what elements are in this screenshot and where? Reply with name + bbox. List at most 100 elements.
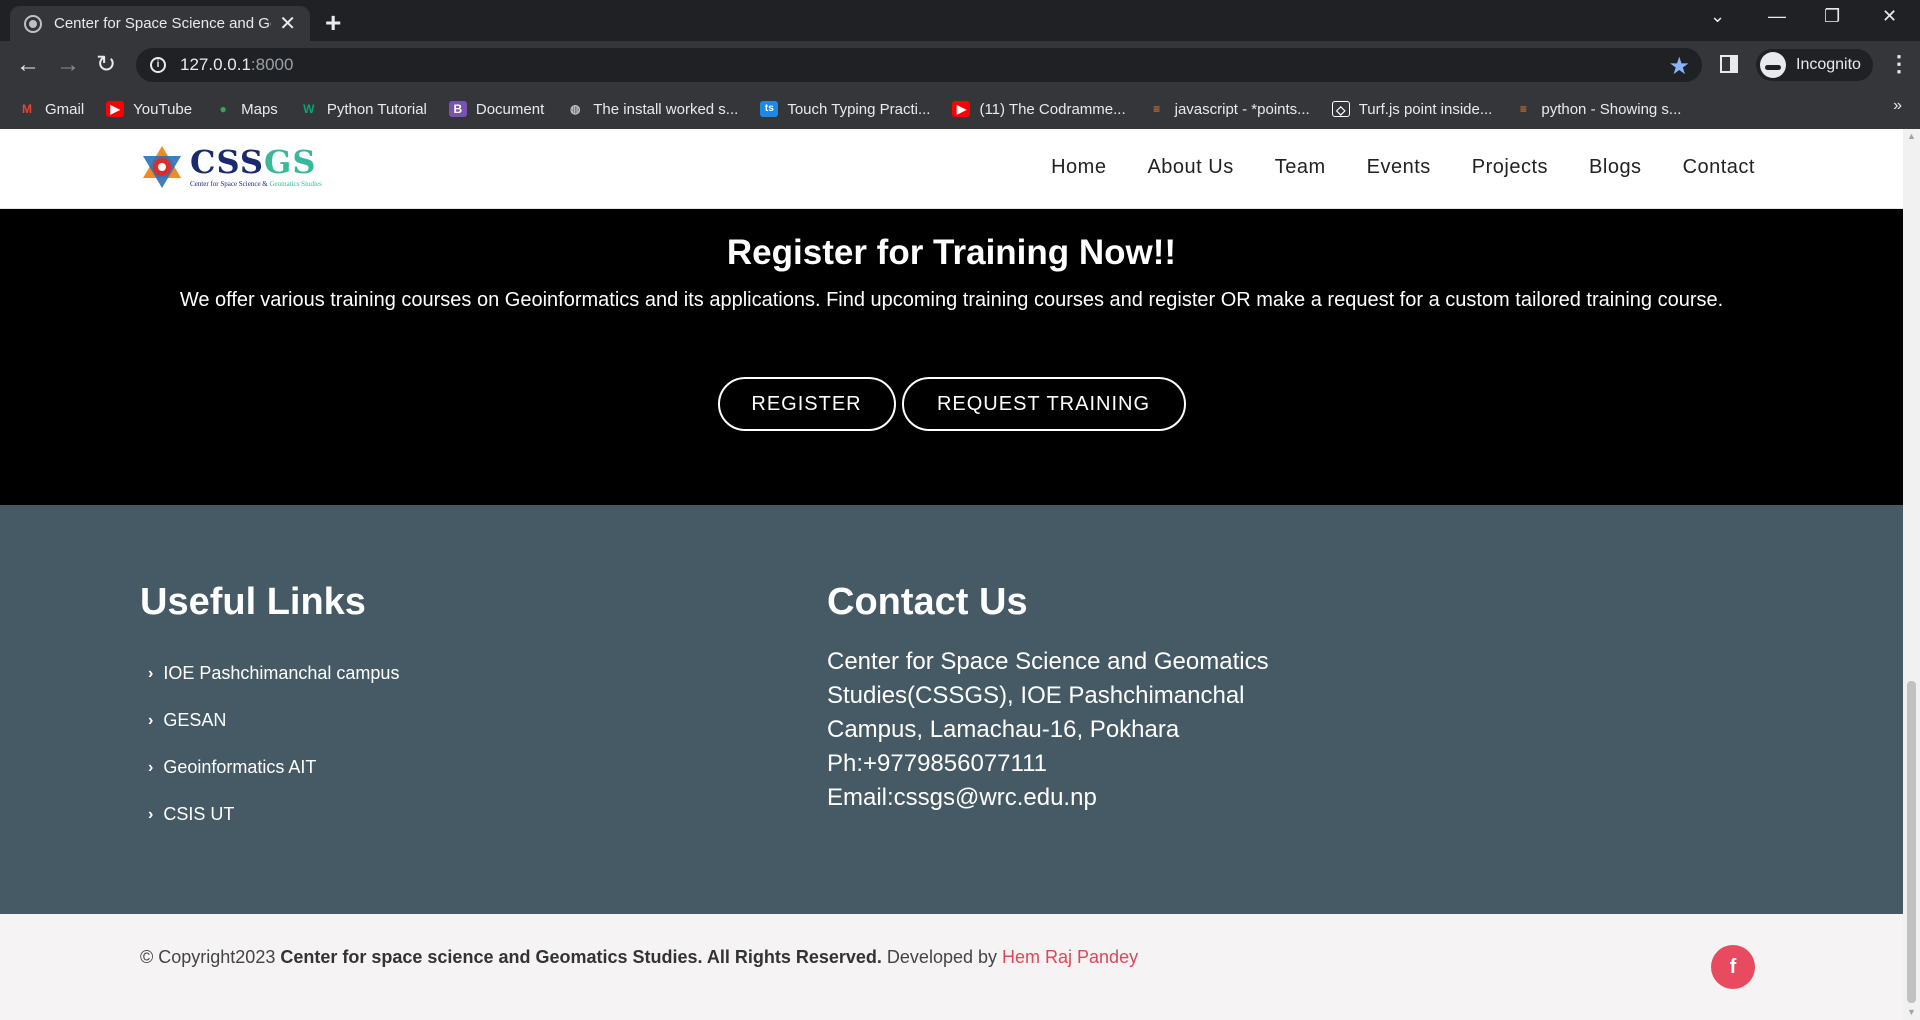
bookmark-label: javascript - *points... [1174, 100, 1310, 118]
contact-address: Center for Space Science and Geomatics S… [827, 648, 1269, 743]
tab-search-icon[interactable]: ⌄ [1710, 6, 1725, 27]
bookmark-item[interactable]: ≡ python - Showing s... [1514, 100, 1682, 118]
bookmark-label: YouTube [133, 100, 193, 118]
footer-link[interactable]: › GESAN [148, 697, 399, 744]
footer-bottom: © Copyright2023 Center for space science… [0, 914, 1903, 1020]
bookmark-label: Gmail [45, 100, 85, 118]
more-bookmarks-icon[interactable]: » [1893, 97, 1902, 115]
close-window-icon[interactable]: ✕ [1882, 6, 1897, 27]
bookmark-item[interactable]: ts Touch Typing Practi... [760, 101, 930, 118]
youtube-icon: ▶ [952, 101, 971, 117]
chevron-right-icon: › [148, 805, 154, 823]
minimize-icon[interactable]: — [1768, 6, 1786, 27]
bookmark-label: Python Tutorial [326, 100, 427, 118]
footer-link-label: CSIS UT [163, 804, 235, 824]
nav-contact[interactable]: Contact [1683, 156, 1755, 179]
incognito-icon [1760, 52, 1786, 78]
facebook-icon[interactable]: f [1711, 945, 1755, 989]
contact-details: Center for Space Science and Geomatics S… [827, 645, 1347, 815]
bookmark-label: python - Showing s... [1541, 100, 1682, 118]
logo-text-accent: GS [263, 143, 317, 181]
youtube-icon: ▶ [106, 101, 125, 117]
logo-subtitle: Center for Space Science & [190, 180, 270, 188]
url-host: 127.0.0.1 [180, 55, 251, 74]
training-title: Register for Training Now!! [726, 233, 1177, 272]
bookmark-item[interactable]: ◇ Turf.js point inside... [1331, 100, 1493, 118]
nav-blogs[interactable]: Blogs [1589, 156, 1642, 179]
site-navbar: CSSGS Center for Space Science & Geomati… [0, 129, 1903, 209]
bookmark-label: Touch Typing Practi... [787, 100, 931, 118]
scrollbar-thumb[interactable] [1907, 681, 1916, 1003]
site-logo[interactable]: CSSGS Center for Space Science & Geomati… [140, 144, 322, 190]
bookmark-item[interactable]: W Python Tutorial [300, 101, 427, 118]
bookmark-item[interactable]: ▶ (11) The Codramme... [952, 100, 1126, 118]
stackoverflow-icon: ≡ [1153, 102, 1161, 116]
bookmark-item[interactable]: ≡ javascript - *points... [1148, 101, 1310, 118]
maps-icon: ● [219, 102, 227, 116]
training-description: We offer various training courses on Geo… [179, 289, 1724, 311]
useful-links-list: › IOE Pashchimanchal campus › GESAN › Geoin… [148, 650, 399, 838]
incognito-profile[interactable]: Incognito [1756, 49, 1873, 81]
nav-about-us[interactable]: About Us [1147, 156, 1233, 179]
useful-links-title: Useful Links [140, 581, 366, 623]
forward-icon[interactable]: → [56, 50, 80, 80]
footer-link-label: GESAN [163, 710, 227, 730]
logo-subtitle-accent: Geomatics Studies [269, 180, 322, 188]
globe-icon: ◍ [570, 102, 581, 116]
browser-toolbar: ← → ↻ i 127.0.0.1:8000 ★ Incognito ⋮ [0, 41, 1920, 89]
copyright-text: © Copyright2023 Center for space science… [140, 947, 1138, 968]
w3schools-icon: W [303, 102, 315, 116]
request-training-button[interactable]: REQUEST TRAINING [901, 377, 1186, 431]
bookmark-label: (11) The Codramme... [979, 100, 1126, 118]
training-buttons: REGISTER REQUEST TRAINING [0, 377, 1903, 431]
register-button[interactable]: REGISTER [717, 377, 896, 431]
address-bar[interactable]: i 127.0.0.1:8000 ★ [136, 48, 1702, 82]
footer-link[interactable]: › IOE Pashchimanchal campus [148, 650, 399, 697]
bookmark-item[interactable]: M Gmail [18, 101, 84, 118]
page-viewport: CSSGS Center for Space Science & Geomati… [0, 129, 1920, 1020]
chevron-right-icon: › [148, 758, 154, 776]
footer-link-label: IOE Pashchimanchal campus [163, 663, 400, 683]
nav-home[interactable]: Home [1051, 156, 1106, 179]
bookmark-item[interactable]: B Document [448, 101, 544, 118]
browser-tab[interactable]: Center for Space Science and Ge ✕ [10, 6, 310, 41]
training-section: Register for Training Now!! We offer var… [0, 209, 1903, 505]
browser-menu-icon[interactable]: ⋮ [1888, 51, 1910, 77]
logo-text-main: CSS [190, 143, 264, 181]
restore-icon[interactable]: ❐ [1824, 6, 1840, 27]
reload-icon[interactable]: ↻ [96, 50, 116, 80]
scroll-up-icon[interactable]: ▲ [1907, 131, 1916, 141]
contact-phone: Ph:+9779856077111 [827, 750, 1047, 777]
close-tab-icon[interactable]: ✕ [279, 11, 296, 36]
globe-icon [24, 14, 42, 33]
bookmark-item[interactable]: ◍ The install worked s... [566, 101, 738, 118]
side-panel-icon[interactable] [1720, 55, 1738, 73]
footer-link[interactable]: › Geoinformatics AIT [148, 744, 399, 791]
back-icon[interactable]: ← [16, 50, 40, 80]
nav-team[interactable]: Team [1275, 156, 1326, 179]
bookmark-item[interactable]: ▶ YouTube [106, 101, 192, 118]
bookmark-item[interactable]: ● Maps [214, 101, 278, 118]
new-tab-icon[interactable]: + [325, 7, 341, 39]
bookmark-label: The install worked s... [593, 100, 739, 118]
site-info-icon[interactable]: i [150, 57, 166, 73]
page-scrollbar[interactable]: ▲ ▼ [1903, 129, 1920, 1020]
stackoverflow-icon: ≡ [1519, 102, 1527, 116]
bookmark-star-icon[interactable]: ★ [1668, 52, 1690, 81]
copyright-org: Center for space science and Geomatics S… [280, 947, 882, 967]
url-port: :8000 [250, 55, 294, 74]
nav-events[interactable]: Events [1367, 156, 1431, 179]
bookmark-label: Turf.js point inside... [1358, 100, 1493, 118]
footer-link[interactable]: › CSIS UT [148, 791, 399, 838]
tab-title: Center for Space Science and Ge [54, 15, 272, 32]
chevron-right-icon: › [148, 711, 154, 729]
footer-link-label: Geoinformatics AIT [163, 757, 317, 777]
scroll-down-icon[interactable]: ▼ [1907, 1007, 1916, 1017]
tab-bar: Center for Space Science and Ge ✕ + ⌄ — … [0, 0, 1920, 41]
chevron-right-icon: › [148, 664, 154, 682]
contact-email: Email:cssgs@wrc.edu.np [827, 784, 1097, 811]
nav-projects[interactable]: Projects [1472, 156, 1548, 179]
author-link[interactable]: Hem Raj Pandey [1002, 947, 1138, 967]
bootstrap-icon: B [448, 101, 467, 117]
bookmark-label: Maps [241, 100, 278, 118]
